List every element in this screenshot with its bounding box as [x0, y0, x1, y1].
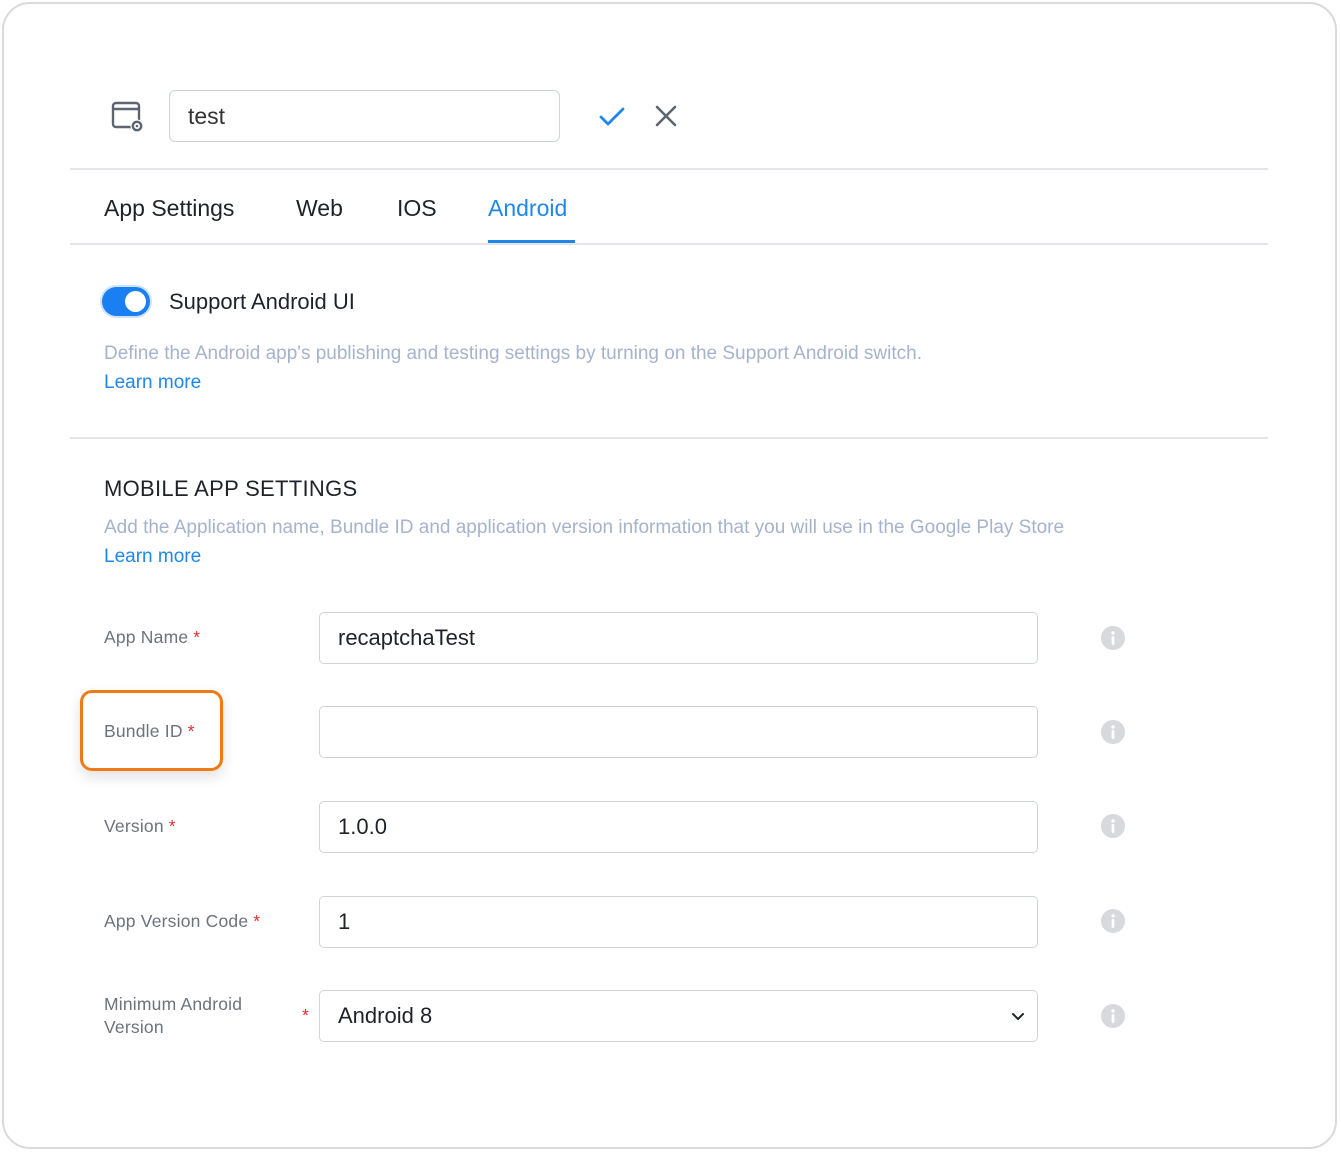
info-icon[interactable]	[1100, 625, 1126, 651]
support-learn-more-link[interactable]: Learn more	[104, 372, 201, 393]
section-divider	[70, 437, 1268, 439]
section-title: MOBILE APP SETTINGS	[104, 476, 358, 501]
mobile-settings-learn-more-link[interactable]: Learn more	[104, 546, 201, 567]
version-label: Version *	[104, 815, 176, 838]
info-icon[interactable]	[1100, 719, 1126, 745]
tab-web[interactable]: Web	[296, 192, 343, 224]
version-input[interactable]	[319, 801, 1038, 853]
mobile-settings-description: Add the Application name, Bundle ID and …	[104, 513, 1094, 571]
info-icon[interactable]	[1100, 908, 1126, 934]
min-android-version-select[interactable]: Android 8	[319, 990, 1038, 1042]
toggle-knob	[125, 291, 146, 312]
tab-app-settings[interactable]: App Settings	[104, 192, 234, 224]
min-android-version-label-line1: Minimum Android	[104, 994, 243, 1014]
browser-settings-icon	[110, 99, 146, 135]
info-icon[interactable]	[1100, 1003, 1126, 1029]
checkmark-icon[interactable]	[596, 100, 628, 132]
app-version-code-label-text: App Version Code	[104, 911, 249, 931]
info-icon[interactable]	[1100, 813, 1126, 839]
chevron-down-icon	[1012, 1013, 1024, 1020]
support-android-label: Support Android UI	[169, 289, 355, 314]
tab-ios[interactable]: IOS	[397, 192, 437, 224]
settings-panel	[2, 2, 1337, 1149]
required-marker: *	[253, 911, 261, 931]
app-version-code-label: App Version Code *	[104, 910, 260, 933]
mobile-settings-description-text: Add the Application name, Bundle ID and …	[104, 517, 1065, 538]
min-android-version-label-line2: Version	[104, 1017, 164, 1037]
header-divider	[70, 168, 1268, 170]
support-description-text: Define the Android app's publishing and …	[104, 343, 922, 364]
app-name-label: App Name *	[104, 626, 200, 649]
bundle-id-input[interactable]	[319, 706, 1038, 758]
tabs-divider	[70, 243, 1268, 245]
min-android-version-value: Android 8	[338, 1003, 433, 1028]
app-version-code-input[interactable]	[319, 896, 1038, 948]
close-icon[interactable]	[650, 100, 682, 132]
tab-android[interactable]: Android	[488, 192, 567, 224]
required-marker: *	[193, 627, 201, 647]
app-name-label-text: App Name	[104, 627, 189, 647]
required-marker: *	[168, 816, 176, 836]
required-marker: *	[302, 1005, 310, 1025]
support-description: Define the Android app's publishing and …	[104, 339, 974, 397]
bundle-id-highlight	[80, 690, 223, 771]
app-name-input[interactable]	[319, 612, 1038, 664]
app-name-title-input[interactable]	[169, 90, 560, 142]
min-android-version-label: Minimum Android Version	[104, 993, 242, 1039]
support-android-toggle[interactable]	[102, 287, 150, 316]
version-label-text: Version	[104, 816, 164, 836]
